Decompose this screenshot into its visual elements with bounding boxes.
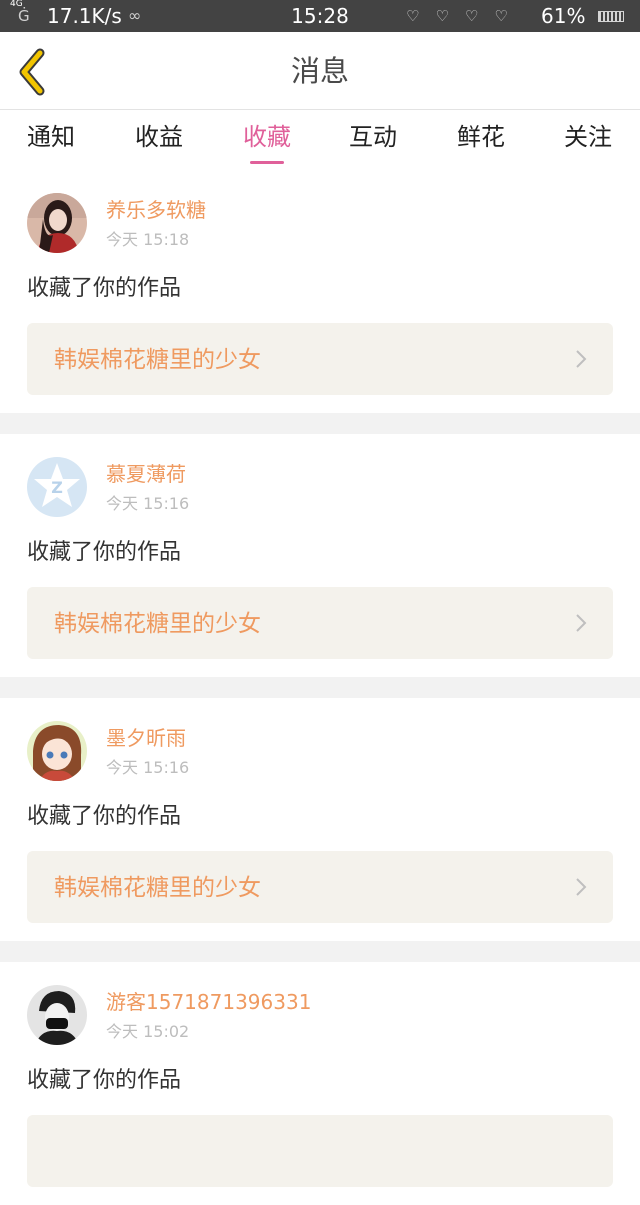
timestamp: 今天 15:18 xyxy=(106,230,190,249)
timestamp: 今天 15:16 xyxy=(106,758,190,777)
username[interactable]: 墨夕昕雨 xyxy=(106,726,186,750)
svg-text:Z: Z xyxy=(51,478,63,497)
timestamp: 今天 15:02 xyxy=(106,1022,190,1041)
user-avatar[interactable] xyxy=(27,985,87,1045)
work-title: 韩娱棉花糖里的少女 xyxy=(54,347,261,373)
notification-icons: ♡♡♡♡ xyxy=(406,7,524,25)
user-avatar[interactable]: Z xyxy=(27,457,87,517)
battery-percent: 61% xyxy=(541,4,586,28)
tab-flowers[interactable]: 鲜花 xyxy=(431,122,531,152)
user-avatar[interactable] xyxy=(27,193,87,253)
work-title: 韩娱棉花糖里的少女 xyxy=(54,611,261,637)
action-text: 收藏了你的作品 xyxy=(27,540,182,565)
username[interactable]: 养乐多软糖 xyxy=(106,198,206,222)
status-bar: 4G Ġ 17.1K/s ∞ 15:28 ♡♡♡♡ 61% xyxy=(0,0,640,32)
tab-bar: 通知 收益 收藏 互动 鲜花 关注 xyxy=(0,110,640,170)
message-card: Z 慕夏薄荷 今天 15:16 收藏了你的作品 韩娱棉花糖里的少女 xyxy=(0,434,640,677)
message-card: 养乐多软糖 今天 15:18 收藏了你的作品 韩娱棉花糖里的少女 xyxy=(0,170,640,413)
work-link[interactable]: 韩娱棉花糖里的少女 xyxy=(27,323,613,395)
action-text: 收藏了你的作品 xyxy=(27,804,182,829)
tab-notifications[interactable]: 通知 xyxy=(1,122,101,152)
message-list: 养乐多软糖 今天 15:18 收藏了你的作品 韩娱棉花糖里的少女 Z 慕夏薄荷 … xyxy=(0,170,640,1205)
page-title: 消息 xyxy=(290,54,349,88)
tab-earnings[interactable]: 收益 xyxy=(109,122,209,152)
chevron-right-icon xyxy=(576,878,587,896)
username[interactable]: 游客1571871396331 xyxy=(106,990,311,1014)
card-divider xyxy=(0,677,640,698)
work-link[interactable]: 韩娱棉花糖里的少女 xyxy=(27,587,613,659)
timestamp: 今天 15:16 xyxy=(106,494,190,513)
card-divider xyxy=(0,941,640,962)
message-card: 游客1571871396331 今天 15:02 收藏了你的作品 xyxy=(0,962,640,1205)
user-avatar[interactable] xyxy=(27,721,87,781)
tab-follows[interactable]: 关注 xyxy=(538,122,638,152)
card-divider xyxy=(0,413,640,434)
work-title: 韩娱棉花糖里的少女 xyxy=(54,875,261,901)
tab-favorites[interactable]: 收藏 xyxy=(217,122,317,152)
action-text: 收藏了你的作品 xyxy=(27,276,182,301)
chevron-right-icon xyxy=(576,614,587,632)
work-link[interactable] xyxy=(27,1115,613,1187)
message-card: 墨夕昕雨 今天 15:16 收藏了你的作品 韩娱棉花糖里的少女 xyxy=(0,698,640,941)
battery-icon xyxy=(598,11,624,22)
nav-bar: 消息 xyxy=(0,32,640,110)
chevron-right-icon xyxy=(576,350,587,368)
tab-interactions[interactable]: 互动 xyxy=(323,122,423,152)
active-tab-indicator xyxy=(250,161,284,164)
username[interactable]: 慕夏薄荷 xyxy=(106,462,186,486)
work-link[interactable]: 韩娱棉花糖里的少女 xyxy=(27,851,613,923)
action-text: 收藏了你的作品 xyxy=(27,1068,182,1093)
